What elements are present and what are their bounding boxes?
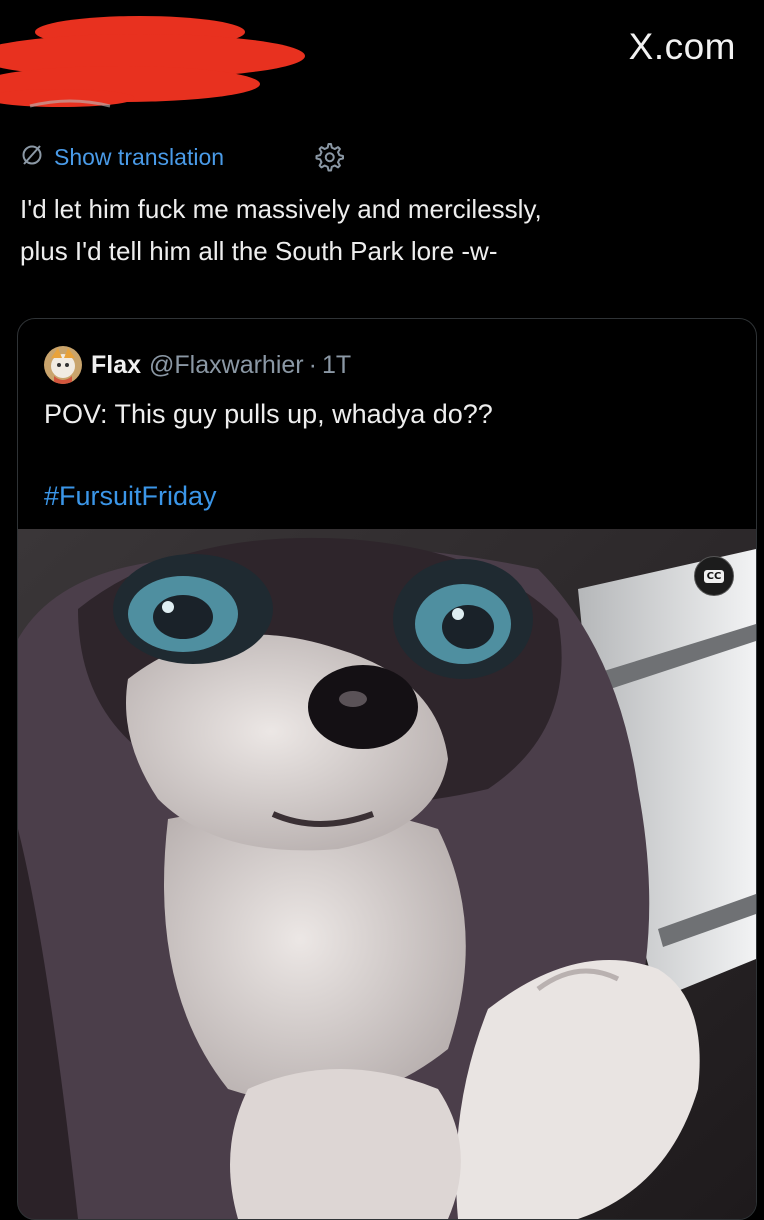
site-label: X.com [628,26,736,67]
redaction-scribble [0,16,305,108]
video-media[interactable] [18,529,756,1219]
avatar[interactable] [44,346,82,384]
quote-author-name[interactable]: Flax [91,351,141,380]
quote-text: POV: This guy pulls up, whadya do?? [44,399,493,429]
gear-icon[interactable] [313,141,344,172]
separator-dot: · [308,350,317,379]
quote-timestamp[interactable]: 1T [322,351,351,380]
quote-header: Flax @Flaxwarhier · 1T [44,346,351,384]
quote-tweet-card[interactable]: Flax @Flaxwarhier · 1T POV: This guy pul… [17,318,757,1220]
quote-author-handle[interactable]: @Flaxwarhier [149,351,304,380]
closed-captions-button[interactable]: CC [694,556,734,596]
tweet-text: I'd let him fuck me massively and mercil… [20,194,542,266]
closed-captions-icon: CC [703,569,725,583]
show-translation-link[interactable]: Show translation [54,144,224,171]
translate-slash-icon [20,143,44,172]
show-translation-row[interactable]: Show translation [20,142,224,172]
hashtag-link[interactable]: #FursuitFriday [44,481,217,512]
